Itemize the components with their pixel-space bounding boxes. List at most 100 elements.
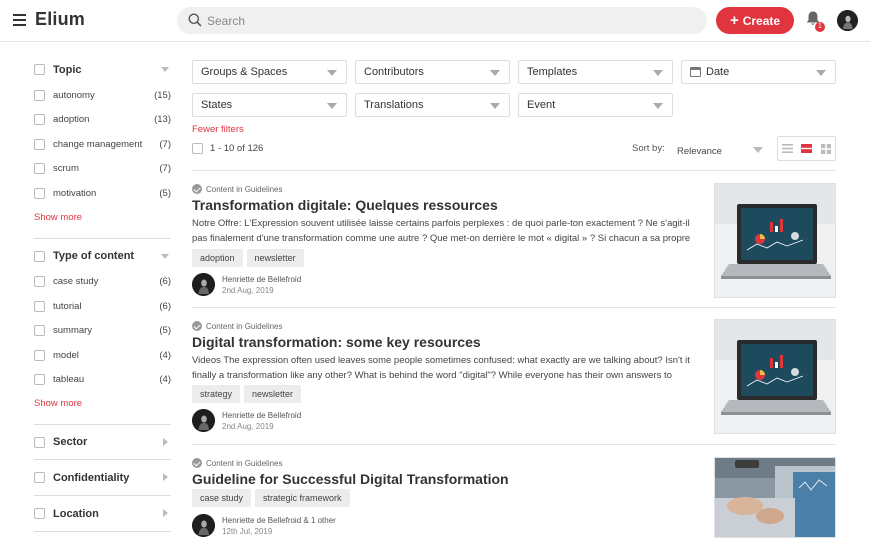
sort-value: Relevance — [677, 146, 722, 157]
tag[interactable]: case study — [192, 489, 252, 507]
chevron-down-icon[interactable] — [161, 253, 169, 259]
result-card[interactable]: Content in Guidelines Guideline for Succ… — [192, 457, 836, 542]
create-button[interactable]: + Create — [716, 7, 794, 34]
tag[interactable]: newsletter — [244, 385, 302, 403]
result-title[interactable]: Guideline for Successful Digital Transfo… — [192, 471, 509, 487]
post-date: 2nd Aug, 2019 — [222, 421, 274, 431]
filter-date[interactable]: Date — [681, 60, 836, 84]
facet-item[interactable]: autonomy (15) — [34, 83, 171, 108]
post-date: 2nd Aug, 2019 — [222, 285, 274, 295]
result-card[interactable]: Content in Guidelines Transformation dig… — [192, 183, 836, 299]
checkbox[interactable] — [34, 163, 45, 175]
avatar[interactable] — [192, 273, 215, 296]
facet-item-label: case study — [53, 276, 99, 288]
show-more-link[interactable]: Show more — [34, 398, 171, 412]
tag[interactable]: strategic framework — [255, 489, 350, 507]
result-title[interactable]: Transformation digitale: Quelques ressou… — [192, 197, 498, 213]
divider — [34, 531, 171, 532]
facet-item[interactable]: model (4) — [34, 343, 171, 368]
chevron-right-icon[interactable] — [163, 473, 168, 481]
post-date: 12th Jul, 2019 — [222, 526, 273, 536]
view-toggle — [777, 136, 836, 161]
divider — [192, 444, 836, 445]
list-view-icon — [782, 144, 793, 153]
result-thumbnail[interactable] — [714, 457, 836, 538]
facet-sector[interactable]: Sector — [34, 425, 171, 459]
divider — [34, 237, 171, 239]
facet-item-label: summary — [53, 325, 93, 337]
tag[interactable]: adoption — [192, 249, 243, 267]
facet-item[interactable]: scrum (7) — [34, 157, 171, 182]
facet-type-of-content[interactable]: Type of content — [34, 243, 171, 270]
result-card[interactable]: Content in Guidelines Digital transforma… — [192, 319, 836, 436]
facet-location-checkbox[interactable] — [34, 508, 45, 519]
facet-item[interactable]: tableau (4) — [34, 368, 171, 393]
notifications-button[interactable]: 1 — [805, 10, 825, 32]
result-thumbnail[interactable] — [714, 319, 836, 434]
result-title[interactable]: Digital transformation: some key resourc… — [192, 334, 481, 350]
show-more-link[interactable]: Show more — [34, 212, 171, 226]
avatar[interactable] — [192, 514, 215, 537]
checkbox[interactable] — [34, 374, 45, 386]
checkbox[interactable] — [34, 276, 45, 288]
plus-icon: + — [729, 11, 739, 29]
checkbox[interactable] — [34, 138, 45, 150]
facet-item[interactable]: motivation (5) — [34, 181, 171, 206]
facet-item-count: (5) — [159, 187, 171, 199]
facet-topic[interactable]: Topic — [34, 56, 171, 83]
facet-sector-checkbox[interactable] — [34, 436, 45, 448]
facet-item[interactable]: change management (7) — [34, 132, 171, 157]
avatar[interactable] — [192, 409, 215, 432]
facet-item[interactable]: summary (5) — [34, 319, 171, 344]
chevron-right-icon[interactable] — [163, 509, 168, 517]
tag-list: strategy newsletter — [192, 385, 302, 403]
facet-item-count: (13) — [154, 114, 171, 126]
facet-item-label: change management — [53, 138, 143, 150]
search-bar[interactable] — [177, 7, 707, 34]
notification-badge: 1 — [815, 22, 825, 32]
facet-location[interactable]: Location — [34, 496, 171, 531]
view-grid-button[interactable] — [816, 137, 835, 160]
facet-item[interactable]: adoption (13) — [34, 108, 171, 133]
checkbox[interactable] — [34, 89, 45, 101]
user-avatar[interactable] — [837, 10, 858, 31]
filter-translations[interactable]: Translations — [355, 93, 510, 117]
checkbox[interactable] — [34, 325, 45, 337]
breadcrumb-text: Content in Guidelines — [206, 458, 283, 468]
tag[interactable]: newsletter — [246, 249, 304, 267]
brand-logo[interactable]: Elium — [35, 9, 85, 30]
facet-item[interactable]: tutorial (6) — [34, 294, 171, 319]
view-cards-button[interactable] — [797, 137, 816, 160]
chevron-down-icon — [490, 70, 500, 76]
facet-confidentiality[interactable]: Confidentiality — [34, 460, 171, 495]
facet-topic-checkbox[interactable] — [34, 64, 45, 75]
filter-groups-spaces[interactable]: Groups & Spaces — [192, 60, 347, 84]
checkbox[interactable] — [34, 349, 45, 361]
chevron-down-icon[interactable] — [161, 67, 169, 72]
author-name[interactable]: Henriette de Bellefroid & 1 other — [222, 515, 336, 526]
result-thumbnail[interactable] — [714, 183, 836, 298]
facet-item[interactable]: case study (6) — [34, 270, 171, 295]
sort-select[interactable]: Relevance — [677, 143, 765, 157]
menu-icon[interactable] — [13, 14, 26, 26]
search-input[interactable] — [207, 11, 687, 30]
chevron-down-icon — [490, 103, 500, 109]
facet-confidentiality-checkbox[interactable] — [34, 472, 45, 483]
filter-contributors[interactable]: Contributors — [355, 60, 510, 84]
select-all-checkbox[interactable] — [192, 143, 203, 154]
tag[interactable]: strategy — [192, 385, 241, 403]
chevron-right-icon[interactable] — [163, 438, 168, 446]
checkbox[interactable] — [34, 114, 45, 126]
checkbox[interactable] — [34, 300, 45, 312]
author-block: Henriette de Bellefroid 2nd Aug, 2019 — [192, 409, 301, 432]
fewer-filters-link[interactable]: Fewer filters — [192, 124, 244, 135]
filter-label: Event — [527, 99, 556, 111]
filter-templates[interactable]: Templates — [518, 60, 673, 84]
author-name[interactable]: Henriette de Bellefroid — [222, 410, 301, 421]
author-name[interactable]: Henriette de Bellefroid — [222, 274, 301, 285]
view-list-button[interactable] — [778, 137, 797, 160]
filter-states[interactable]: States — [192, 93, 347, 117]
filter-event[interactable]: Event — [518, 93, 673, 117]
checkbox[interactable] — [34, 187, 45, 199]
facet-type-checkbox[interactable] — [34, 250, 45, 262]
